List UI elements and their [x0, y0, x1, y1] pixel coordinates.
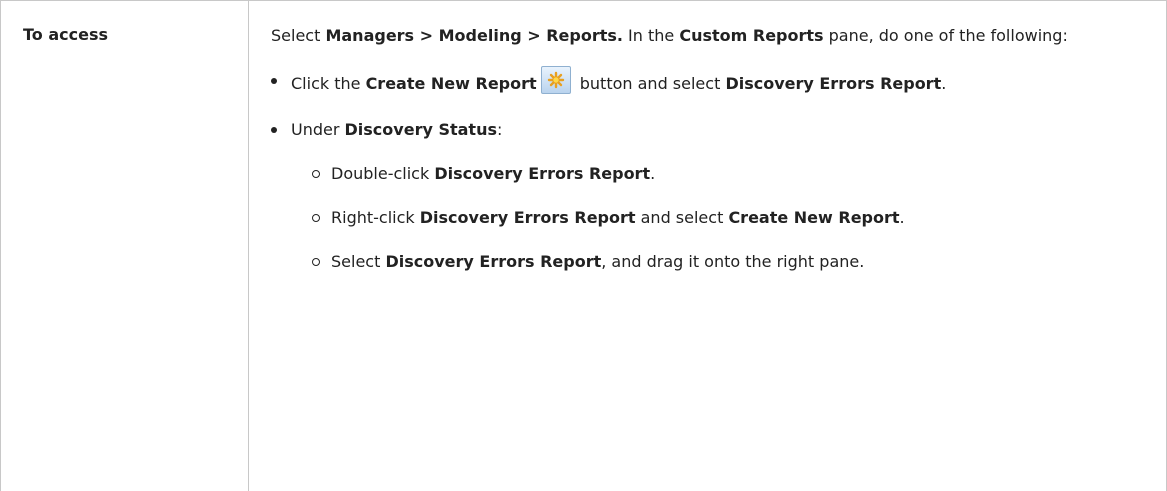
row-content-cell: Select Managers > Modeling > Reports. In… [248, 0, 1167, 491]
subitem-text-1: Double-click [331, 164, 435, 183]
circle-bullet-icon [312, 170, 320, 178]
subitem-text-2: , and drag it onto the right pane. [601, 252, 865, 271]
report-name: Discovery Errors Report [419, 208, 636, 227]
button-name: Create New Report [365, 74, 537, 93]
item-text-3: . [941, 74, 947, 93]
intro-text-3: pane, do one of the following: [823, 26, 1068, 45]
subitem-text-2: and select [635, 208, 729, 227]
report-name: Discovery Errors Report [385, 252, 602, 271]
options-list: Click the Create New Report button and s… [249, 66, 1166, 277]
list-item: Click the Create New Report button and s… [271, 66, 1166, 99]
row-label-cell: To access [0, 0, 249, 491]
list-item: Select Discovery Errors Report, and drag… [311, 247, 1166, 277]
circle-bullet-icon [312, 258, 320, 266]
list-item: Double-click Discovery Errors Report. [311, 159, 1166, 189]
list-item: Under Discovery Status: Double-click Dis… [271, 115, 1166, 277]
subitem-text-1: Select [331, 252, 386, 271]
subitem-text-1: Right-click [331, 208, 420, 227]
bullet-icon [271, 78, 277, 84]
create-new-report-icon [540, 66, 571, 94]
table-row: To access Select Managers > Modeling > R… [0, 0, 1167, 491]
report-name: Discovery Errors Report [434, 164, 651, 183]
subitem-text-3: . [899, 208, 905, 227]
subitem-text-2: . [650, 164, 656, 183]
item-text-2: button and select [574, 74, 726, 93]
access-table: To access Select Managers > Modeling > R… [0, 0, 1167, 491]
intro-text-2: In the [622, 26, 680, 45]
intro-text-1: Select [271, 26, 326, 45]
report-name: Discovery Errors Report [725, 74, 942, 93]
circle-bullet-icon [312, 214, 320, 222]
item-text-2: : [496, 120, 503, 139]
pane-name: Custom Reports [679, 26, 824, 45]
list-item: Right-click Discovery Errors Report and … [311, 203, 1166, 233]
item-text-1: Under [291, 120, 345, 139]
bullet-icon [271, 127, 277, 133]
row-label: To access [23, 25, 109, 44]
action-name: Create New Report [728, 208, 900, 227]
item-text-1: Click the [291, 74, 366, 93]
menu-path: Managers > Modeling > Reports. [325, 26, 623, 45]
intro-paragraph: Select Managers > Modeling > Reports. In… [249, 1, 1166, 50]
sub-options-list: Double-click Discovery Errors Report. Ri… [291, 159, 1166, 277]
status-name: Discovery Status [344, 120, 497, 139]
